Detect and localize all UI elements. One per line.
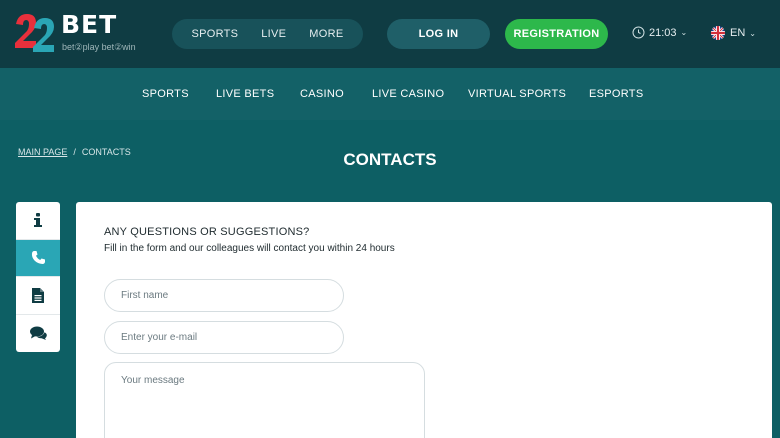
chevron-down-icon: ⌄ [680, 28, 688, 37]
subnav-virtual-sports[interactable]: VIRTUAL SPORTS [468, 88, 566, 100]
uk-flag-icon [711, 26, 725, 40]
phone-icon [31, 251, 45, 265]
subnav-live-casino[interactable]: LIVE CASINO [372, 88, 444, 100]
tab-phone[interactable] [16, 239, 60, 277]
form-subtitle: Fill in the form and our colleagues will… [104, 243, 395, 254]
logo-22-mark [15, 14, 54, 52]
page-title: CONTACTS [343, 150, 437, 169]
login-button[interactable]: LOG IN [387, 19, 490, 49]
document-icon [32, 287, 44, 303]
nav-sports[interactable]: SPORTS [191, 28, 238, 40]
tab-chat[interactable] [16, 315, 60, 353]
logo-text: BET [61, 10, 118, 39]
language-value: EN [730, 27, 746, 39]
chevron-down-icon: ⌄ [749, 28, 756, 38]
clock-icon [632, 26, 645, 39]
subnav-live-bets[interactable]: LIVE BETS [216, 88, 274, 100]
chat-icon [29, 326, 47, 341]
logo-tagline: bet②play bet②win [62, 42, 136, 52]
time-value: 21:03 [649, 26, 677, 39]
subnav-casino[interactable]: CASINO [300, 88, 344, 100]
subnav-sports[interactable]: SPORTS [142, 88, 189, 100]
logo-22bet[interactable]: BET bet②play bet②win [14, 10, 164, 56]
nav-more[interactable]: MORE [309, 28, 343, 40]
registration-button[interactable]: REGISTRATION [505, 19, 608, 49]
nav-live[interactable]: LIVE [261, 28, 286, 40]
main-nav: SPORTS LIVE MORE [172, 19, 363, 49]
first-name-input[interactable] [104, 279, 344, 312]
subnav-esports[interactable]: ESPORTS [589, 88, 643, 100]
message-textarea[interactable] [104, 362, 425, 438]
time-selector[interactable]: 21:03 ⌄ [632, 26, 687, 39]
top-header: BET bet②play bet②win SPORTS LIVE MORE LO… [0, 0, 780, 68]
contact-form-card: ANY QUESTIONS OR SUGGESTIONS? Fill in th… [76, 202, 772, 438]
language-selector[interactable]: EN ⌄ [711, 26, 756, 40]
tab-document[interactable] [16, 277, 60, 315]
email-input[interactable] [104, 321, 344, 354]
side-tab-menu [16, 202, 60, 352]
secondary-nav: SPORTS LIVE BETS CASINO LIVE CASINO VIRT… [0, 68, 780, 120]
form-title: ANY QUESTIONS OR SUGGESTIONS? [104, 226, 310, 238]
tab-info[interactable] [16, 202, 60, 240]
info-icon [34, 213, 42, 228]
